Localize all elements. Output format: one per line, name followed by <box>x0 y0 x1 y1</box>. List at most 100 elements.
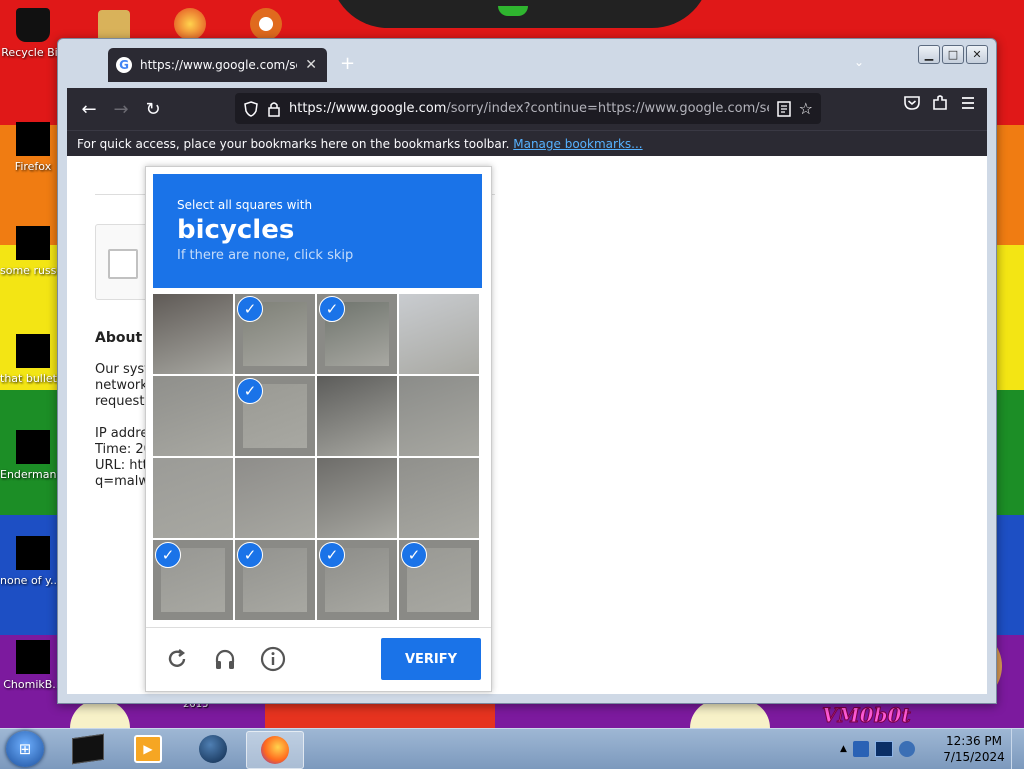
captcha-tile[interactable]: ✓ <box>153 540 233 620</box>
windows-logo-icon: ⊞ <box>18 740 32 758</box>
captcha-tile[interactable]: ✓ <box>399 540 479 620</box>
reader-view-icon[interactable] <box>776 100 791 117</box>
captcha-tile[interactable] <box>317 376 397 456</box>
info-icon[interactable] <box>260 646 286 672</box>
sorry-page-text: Our syst network. requests IP addres Tim… <box>95 362 149 490</box>
bookmarks-message: For quick access, place your bookmarks h… <box>77 137 510 151</box>
checkmark-icon: ✓ <box>319 542 345 568</box>
taskbar-app-globe[interactable] <box>185 731 241 767</box>
checkmark-icon: ✓ <box>237 378 263 404</box>
start-button[interactable]: ⊞ <box>6 731 44 767</box>
recycle-bin-icon <box>16 8 50 42</box>
checkmark-icon: ✓ <box>155 542 181 568</box>
url-bar[interactable]: https://www.google.com/sorry/index?conti… <box>235 93 821 124</box>
text-line: IP addres <box>95 426 149 441</box>
file-icon <box>16 334 50 368</box>
google-icon: G <box>116 57 132 73</box>
file-icon <box>16 430 50 464</box>
close-window-button[interactable]: ✕ <box>966 45 988 64</box>
taskbar-app-cmd[interactable] <box>60 731 116 767</box>
monitor-icon[interactable] <box>874 741 893 757</box>
taskbar-app-firefox[interactable] <box>246 731 304 769</box>
url-text[interactable]: https://www.google.com/sorry/index?conti… <box>289 101 769 116</box>
firefox-icon <box>16 122 50 156</box>
navigation-toolbar: ← → ↻ https://www.google.com/sorry/index… <box>67 88 987 130</box>
reload-icon[interactable]: ↻ <box>137 93 169 125</box>
recaptcha-checkbox[interactable] <box>108 249 138 279</box>
tile-photo <box>399 376 479 456</box>
volume-icon[interactable] <box>898 741 915 757</box>
terminal-icon <box>72 733 104 765</box>
chevron-down-icon[interactable]: ⌄ <box>854 55 864 69</box>
tab-title: https://www.google.com/searc <box>140 58 297 72</box>
shield-icon[interactable] <box>243 100 259 117</box>
captcha-tile[interactable]: ✓ <box>235 540 315 620</box>
challenge-target: bicycles <box>177 215 295 245</box>
captcha-tile[interactable] <box>317 458 397 538</box>
captcha-tile[interactable] <box>235 458 315 538</box>
back-arrow-icon[interactable]: ← <box>73 93 105 125</box>
clock-date: 7/15/2024 <box>943 750 1005 764</box>
image-grid: ✓ ✓ ✓ ✓ ✓ ✓ ✓ <box>153 294 482 620</box>
captcha-tile[interactable] <box>399 458 479 538</box>
captcha-tile[interactable]: ✓ <box>235 294 315 374</box>
maximize-button[interactable]: □ <box>942 45 964 64</box>
lock-icon[interactable] <box>267 101 281 117</box>
text-line: Time: 20 <box>95 442 149 457</box>
headphones-icon[interactable] <box>212 646 238 672</box>
text-line <box>95 410 149 426</box>
challenge-instruction: Select all squares with <box>177 198 313 212</box>
taskbar-app-media[interactable]: ▶ <box>120 731 176 767</box>
bookmark-star-icon[interactable]: ☆ <box>799 99 813 118</box>
checkmark-icon: ✓ <box>237 542 263 568</box>
tile-photo <box>153 458 233 538</box>
verify-button[interactable]: VERIFY <box>381 638 481 680</box>
captcha-tile[interactable]: ✓ <box>317 540 397 620</box>
challenge-footer: VERIFY <box>146 627 491 692</box>
url-path: /sorry/index?continue=https://www.google… <box>446 101 769 116</box>
firefox-icon <box>261 736 289 764</box>
file-icon <box>16 640 50 674</box>
wallpaper-logo-text: VM0b0t <box>822 703 912 728</box>
file-icon <box>16 226 50 260</box>
captcha-tile[interactable] <box>399 294 479 374</box>
captcha-tile[interactable]: ✓ <box>317 294 397 374</box>
captcha-tile[interactable]: ✓ <box>235 376 315 456</box>
text-line: URL: http <box>95 458 149 473</box>
tile-photo <box>399 458 479 538</box>
text-line: network. <box>95 378 149 393</box>
pocket-icon[interactable] <box>903 94 921 112</box>
globe-icon <box>199 735 227 763</box>
recaptcha-challenge: Select all squares with bicycles If ther… <box>145 166 492 692</box>
bookmarks-toolbar: For quick access, place your bookmarks h… <box>67 130 987 156</box>
captcha-tile[interactable] <box>153 376 233 456</box>
show-hidden-icons-icon[interactable]: ▲ <box>840 744 847 754</box>
tile-photo <box>399 294 479 374</box>
show-desktop-button[interactable] <box>1011 729 1024 769</box>
tile-photo <box>235 458 315 538</box>
manage-bookmarks-link[interactable]: Manage bookmarks... <box>513 137 642 151</box>
close-tab-icon[interactable]: ✕ <box>305 57 317 73</box>
browser-tab[interactable]: G https://www.google.com/searc ✕ <box>108 48 327 82</box>
media-player-icon: ▶ <box>134 735 162 763</box>
forward-arrow-icon[interactable]: → <box>105 93 137 125</box>
hamburger-menu-icon[interactable] <box>959 94 977 112</box>
captcha-tile[interactable] <box>153 458 233 538</box>
new-tab-icon[interactable]: + <box>340 53 355 74</box>
tile-photo <box>153 376 233 456</box>
challenge-hint: If there are none, click skip <box>177 248 354 263</box>
file-icon <box>16 536 50 570</box>
checkmark-icon: ✓ <box>237 296 263 322</box>
minimize-button[interactable]: ▁ <box>918 45 940 64</box>
checkmark-icon: ✓ <box>401 542 427 568</box>
tile-photo <box>317 376 397 456</box>
extensions-icon[interactable] <box>931 94 949 112</box>
text-line: requests <box>95 394 149 409</box>
reload-challenge-icon[interactable] <box>164 646 190 672</box>
system-clock[interactable]: 12:36 PM 7/15/2024 <box>938 733 1010 765</box>
tile-photo <box>317 458 397 538</box>
tile-photo <box>153 294 233 374</box>
network-icon[interactable] <box>852 741 869 757</box>
captcha-tile[interactable] <box>153 294 233 374</box>
captcha-tile[interactable] <box>399 376 479 456</box>
